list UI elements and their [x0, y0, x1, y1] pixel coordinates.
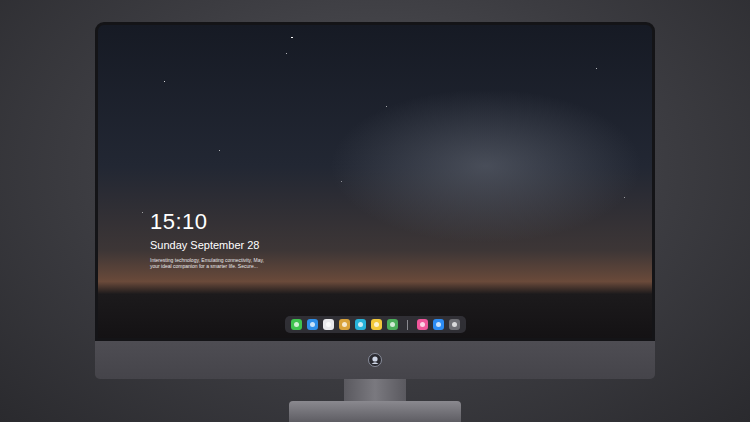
app-icon[interactable] [449, 319, 460, 330]
date: Sunday September 28 [150, 238, 652, 252]
app-glyph-icon [294, 322, 299, 327]
app-icon[interactable] [323, 319, 334, 330]
dock-row [98, 316, 652, 333]
brand-logo-icon [368, 353, 382, 367]
app-icon[interactable] [339, 319, 350, 330]
app-glyph-icon [436, 322, 441, 327]
app-glyph-icon [452, 322, 457, 327]
app-icon[interactable] [433, 319, 444, 330]
page: 15:10 Sunday September 28 Interesting tech… [0, 0, 750, 422]
monitor-base [289, 401, 461, 422]
clock: 15:10 [150, 209, 652, 235]
app-glyph-icon [374, 322, 379, 327]
screen: 15:10 Sunday September 28 Interesting tech… [98, 25, 652, 338]
caption-line: your ideal companion for a smarter life.… [150, 263, 652, 269]
app-glyph-icon [420, 322, 425, 327]
app-icon[interactable] [307, 319, 318, 330]
app-glyph-icon [358, 322, 363, 327]
monitor-neck [344, 379, 406, 400]
dock-separator [407, 320, 408, 330]
caption-line: Interesting technology, Emulating connec… [150, 257, 652, 263]
caption: Interesting technology, Emulating connec… [150, 252, 652, 269]
app-glyph-icon [342, 322, 347, 327]
app-icon[interactable] [387, 319, 398, 330]
app-glyph-icon [390, 322, 395, 327]
monitor-bezel: 15:10 Sunday September 28 Interesting tech… [95, 22, 655, 341]
app-glyph-icon [326, 322, 331, 327]
app-glyph-icon [310, 322, 315, 327]
app-icon[interactable] [371, 319, 382, 330]
app-icon[interactable] [355, 319, 366, 330]
dock [285, 316, 466, 333]
monitor-chin [95, 341, 655, 379]
lock-info: 15:10 Sunday September 28 Interesting tech… [98, 25, 652, 269]
app-icon[interactable] [291, 319, 302, 330]
app-icon[interactable] [417, 319, 428, 330]
wallpaper-photo [98, 25, 652, 338]
